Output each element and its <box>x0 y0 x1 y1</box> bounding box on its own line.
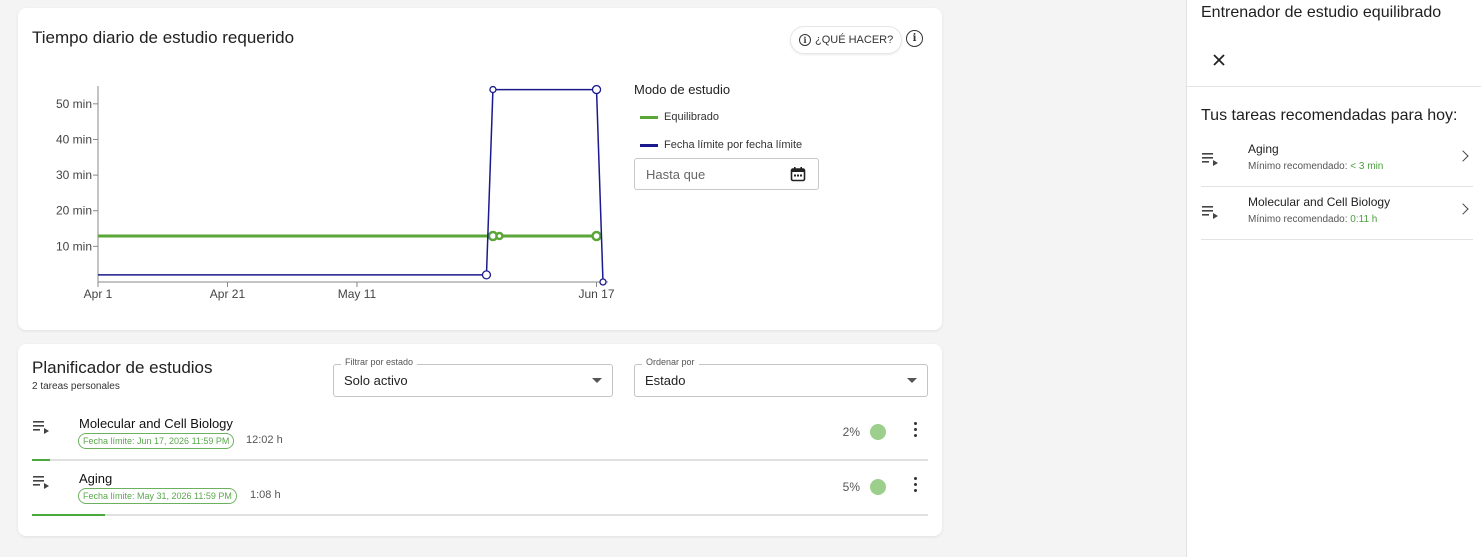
recommended-heading: Tus tareas recomendadas para hoy: <box>1201 107 1458 124</box>
deadline-badge: Fecha límite: May 31, 2026 11:59 PM <box>78 488 237 504</box>
legend-label: Fecha límite por fecha límite <box>664 139 803 151</box>
data-point <box>591 84 602 95</box>
min-prefix: Mínimo recomendado: <box>1248 214 1351 225</box>
close-icon[interactable] <box>1211 52 1227 68</box>
progress-track <box>32 459 928 461</box>
progress-fill <box>32 514 105 516</box>
filter-status-value: Solo activo <box>344 373 408 388</box>
filter-status-select[interactable]: Filtrar por estado Solo activo <box>333 357 613 397</box>
progress-fill <box>32 459 50 461</box>
task-percent: 2% <box>842 425 860 439</box>
playlist-play-icon <box>1202 153 1218 166</box>
task-duration: 1:08 h <box>250 489 281 501</box>
data-point <box>599 278 607 286</box>
sort-by-label: Ordenar por <box>642 357 699 367</box>
x-tick-label: Apr 1 <box>84 287 113 301</box>
data-point <box>591 230 602 242</box>
chart-card: Tiempo diario de estudio requerido i ¿QU… <box>18 8 942 330</box>
status-dot <box>870 424 886 440</box>
data-point <box>489 85 497 94</box>
study-planner-card: Planificador de estudios 2 tareas person… <box>18 344 942 536</box>
series-line <box>98 88 604 283</box>
task-percent: 5% <box>842 480 860 494</box>
planner-title: Planificador de estudios <box>32 358 213 377</box>
legend-item-balanced[interactable]: Equilibrado <box>634 105 834 129</box>
study-coach-panel: Entrenador de estudio equilibrado Tus ta… <box>1186 0 1481 557</box>
recommended-minimum: Mínimo recomendado: 0:11 h <box>1248 214 1377 225</box>
chart-legend: Modo de estudio Equilibrado Fecha límite… <box>634 82 834 161</box>
more-vert-icon[interactable] <box>912 422 918 437</box>
dropdown-arrow-icon <box>592 378 602 383</box>
playlist-play-icon <box>33 476 49 489</box>
legend-label: Equilibrado <box>664 111 720 123</box>
dropdown-arrow-icon <box>907 378 917 383</box>
deadline-badge: Fecha límite: Jun 17, 2026 11:59 PM <box>78 433 235 449</box>
panel-title: Entrenador de estudio equilibrado <box>1201 4 1442 21</box>
planner-subtitle: 2 tareas personales <box>32 381 120 392</box>
task-row[interactable]: Molecular and Cell Biology Fecha límite:… <box>32 407 928 461</box>
y-tick-label: 40 min <box>56 132 92 146</box>
chevron-right-icon <box>1457 203 1469 215</box>
data-point <box>495 231 504 241</box>
recommended-task-item[interactable]: Aging Mínimo recomendado: < 3 min <box>1201 134 1473 187</box>
y-tick-label: 10 min <box>56 239 92 253</box>
playlist-play-icon <box>1202 206 1218 219</box>
x-tick-label: May 11 <box>338 287 377 301</box>
status-dot <box>870 479 886 495</box>
filter-status-label: Filtrar por estado <box>341 357 418 367</box>
y-tick-label: 20 min <box>56 204 92 218</box>
y-tick-label: 30 min <box>56 168 92 182</box>
task-name: Aging <box>79 471 113 486</box>
min-value: 0:11 h <box>1350 214 1378 225</box>
legend-swatch <box>640 115 658 119</box>
recommended-task-item[interactable]: Molecular and Cell Biology Mínimo recome… <box>1201 187 1473 240</box>
chevron-right-icon <box>1457 150 1469 162</box>
calendar-icon[interactable] <box>790 166 806 182</box>
task-name: Molecular and Cell Biology <box>79 416 233 431</box>
y-tick-label: 50 min <box>56 97 92 111</box>
sort-by-value: Estado <box>645 373 686 388</box>
more-vert-icon[interactable] <box>912 477 918 492</box>
task-duration: 12:02 h <box>246 434 283 446</box>
data-point <box>481 270 492 280</box>
task-row[interactable]: Aging Fecha límite: May 31, 2026 11:59 P… <box>32 462 928 516</box>
playlist-play-icon <box>33 421 49 434</box>
divider <box>1187 86 1481 87</box>
min-value: < 3 min <box>1350 161 1384 172</box>
legend-title: Modo de estudio <box>634 82 731 97</box>
x-tick-label: Jun 17 <box>579 287 615 301</box>
recommended-minimum: Mínimo recomendado: < 3 min <box>1248 161 1383 172</box>
progress-track <box>32 514 928 516</box>
x-tick-label: Apr 21 <box>210 287 246 301</box>
legend-swatch <box>640 143 658 147</box>
min-prefix: Mínimo recomendado: <box>1248 161 1351 172</box>
recommended-task-name: Aging <box>1248 142 1279 156</box>
sort-by-select[interactable]: Ordenar por Estado <box>634 357 928 397</box>
legend-item-deadline[interactable]: Fecha límite por fecha límite <box>634 133 834 157</box>
until-date-placeholder: Hasta que <box>646 166 706 182</box>
recommended-task-name: Molecular and Cell Biology <box>1248 195 1391 209</box>
until-date-input[interactable]: Hasta que <box>634 158 819 190</box>
